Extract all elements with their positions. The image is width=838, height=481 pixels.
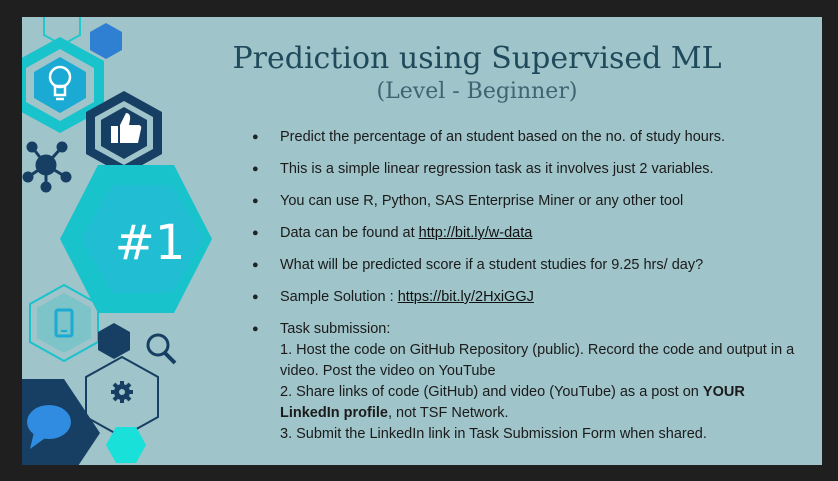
- task-step-1: 1. Host the code on GitHub Repository (p…: [280, 342, 795, 379]
- bullet-item-task-submission: Task submission: 1. Host the code on Git…: [252, 319, 807, 445]
- bullet-item: Predict the percentage of an student bas…: [252, 127, 807, 148]
- gear-icon: [85, 355, 159, 439]
- bullet-text: Data can be found at: [280, 225, 419, 241]
- bullet-item: This is a simple linear regression task …: [252, 159, 807, 180]
- task-step-2-end: , not TSF Network.: [387, 405, 509, 421]
- bullet-text: Sample Solution :: [280, 289, 398, 305]
- sample-solution-link[interactable]: https://bit.ly/2HxiGGJ: [398, 289, 534, 305]
- task-step-2: 2. Share links of code (GitHub) and vide…: [280, 382, 807, 424]
- bullet-item: You can use R, Python, SAS Enterprise Mi…: [252, 191, 807, 212]
- slide-title: Prediction using Supervised ML: [232, 41, 722, 76]
- bullet-text: This is a simple linear regression task …: [280, 161, 714, 177]
- bullet-item: What will be predicted score if a studen…: [252, 255, 807, 276]
- magnifier-icon: [146, 333, 177, 365]
- bullet-item: Data can be found at http://bit.ly/w-dat…: [252, 223, 807, 244]
- bullet-text: Predict the percentage of an student bas…: [280, 129, 725, 145]
- hexagon-blue-small: [90, 23, 122, 59]
- bullet-text: You can use R, Python, SAS Enterprise Mi…: [280, 193, 684, 209]
- network-icon: [22, 141, 72, 193]
- hexagon-navy-small: [98, 323, 130, 359]
- slide: Prediction using Supervised ML (Level - …: [22, 17, 822, 465]
- bullet-item: Sample Solution : https://bit.ly/2HxiGGJ: [252, 287, 807, 308]
- task-number-badge: #1: [114, 215, 186, 271]
- task-submission-heading: Task submission:: [280, 321, 391, 337]
- slide-subtitle: (Level - Beginner): [376, 79, 578, 104]
- smartphone-icon: [29, 283, 99, 363]
- task-step-3: 3. Submit the LinkedIn link in Task Subm…: [280, 426, 707, 442]
- task-step-2-text: 2. Share links of code (GitHub) and vide…: [280, 384, 703, 400]
- data-link[interactable]: http://bit.ly/w-data: [419, 225, 533, 241]
- bullet-text: What will be predicted score if a studen…: [280, 257, 704, 273]
- task-bullet-list: Predict the percentage of an student bas…: [252, 127, 807, 456]
